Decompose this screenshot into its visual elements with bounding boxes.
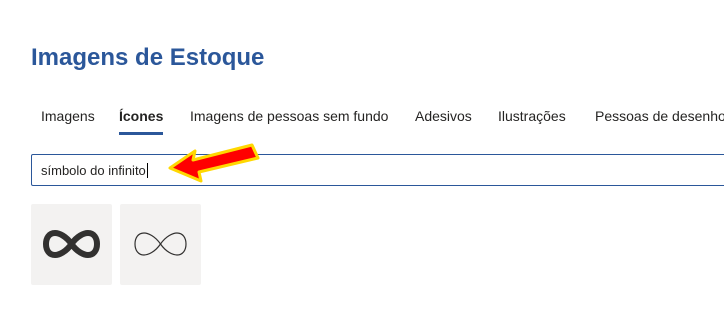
infinity-bold-icon (43, 230, 100, 258)
category-tabs: Imagens Ícones Imagens de pessoas sem fu… (31, 104, 724, 135)
tab-adesivos[interactable]: Adesivos (415, 104, 472, 134)
infinity-outline-icon (134, 232, 187, 256)
annotation-arrow-icon (168, 143, 260, 183)
tab-pessoas-de-desenhos[interactable]: Pessoas de desenhos (595, 104, 724, 134)
tab-icones[interactable]: Ícones (119, 104, 164, 135)
search-value: símbolo do infinito (41, 163, 148, 178)
search-input[interactable]: símbolo do infinito (31, 154, 724, 186)
tab-imagens[interactable]: Imagens (41, 104, 95, 134)
text-caret (146, 163, 148, 178)
tab-ilustracoes[interactable]: Ilustrações (498, 104, 566, 134)
page-title: Imagens de Estoque (31, 44, 265, 71)
tab-imagens-pessoas-sem-fundo[interactable]: Imagens de pessoas sem fundo (190, 104, 388, 134)
result-tile-infinity-bold[interactable] (31, 204, 112, 285)
result-tile-infinity-outline[interactable] (120, 204, 201, 285)
